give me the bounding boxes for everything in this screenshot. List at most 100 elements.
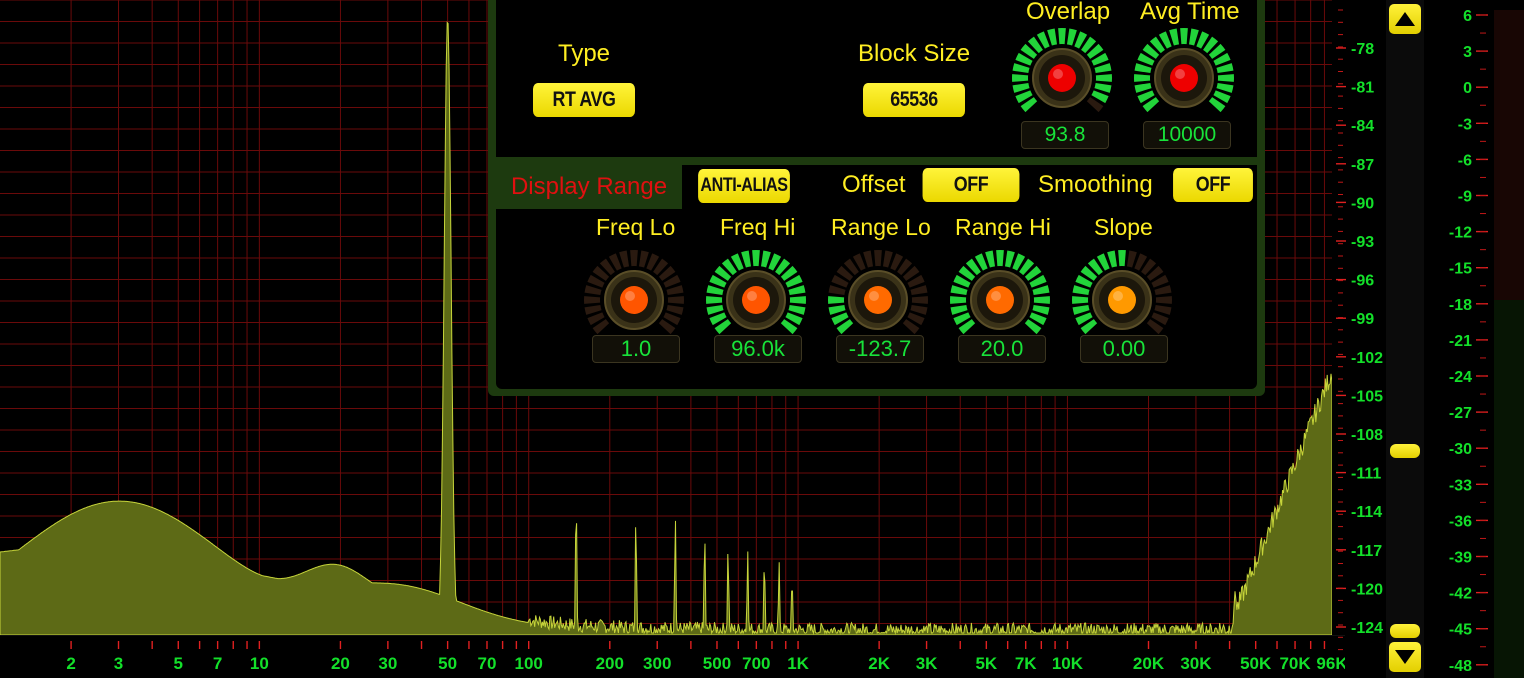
range-lo-label: Range Lo	[831, 214, 931, 240]
knob-segment	[584, 296, 601, 304]
knob-segment	[1058, 27, 1066, 45]
x-tick-label: 300	[643, 654, 671, 673]
x-tick-label: 50	[438, 654, 457, 673]
knob-segment	[667, 296, 684, 304]
knob-segment	[1072, 304, 1090, 315]
y-tick-label: -102	[1351, 350, 1383, 367]
meter-tick-label: -15	[1449, 261, 1472, 278]
overlap-knob[interactable]	[1010, 26, 1114, 130]
meter-tick-label: -6	[1458, 152, 1472, 169]
scroll-thumb[interactable]	[1390, 444, 1420, 458]
knob-segment	[706, 304, 724, 315]
meter-tick-label: -24	[1449, 369, 1472, 386]
x-tick-label: 70K	[1279, 654, 1311, 673]
knob-segment	[1134, 74, 1151, 82]
y-tick-label: -81	[1351, 80, 1374, 97]
knob-highlight	[1175, 69, 1185, 79]
knob-segment	[1118, 250, 1126, 267]
knob-segment	[911, 296, 928, 304]
knob-segment	[1169, 28, 1180, 46]
meter-tick-label: 0	[1463, 80, 1472, 97]
type-button[interactable]: RT AVG	[533, 83, 635, 117]
knob-segment	[1072, 285, 1090, 296]
x-tick-label: 3K	[916, 654, 938, 673]
frequency-axis: 1235710203050701002003005007001K2K3K5K7K…	[0, 635, 1345, 673]
type-label: Type	[558, 40, 611, 67]
avg-time-label: Avg Time	[1140, 0, 1240, 25]
knob-segment	[1094, 63, 1112, 74]
meter-tick-label: -33	[1449, 477, 1472, 494]
offset-button[interactable]: OFF	[922, 168, 1020, 202]
meter-tick-label: -36	[1449, 513, 1472, 530]
slope-value[interactable]: 0.00	[1080, 335, 1168, 363]
avg-time-knob[interactable]	[1132, 26, 1236, 130]
meter-tick-label: -30	[1449, 441, 1472, 458]
freq-hi-value[interactable]: 96.0k	[714, 335, 802, 363]
x-tick-label: 5	[174, 654, 183, 673]
display-range-section: Display Range ANTI-ALIAS Offset OFF Smoo…	[496, 165, 1257, 389]
x-tick-label: 1K	[787, 654, 809, 673]
knob-highlight	[747, 291, 757, 301]
knob-center	[1108, 286, 1136, 314]
knob-center	[986, 286, 1014, 314]
knob-segment	[1188, 28, 1199, 46]
scroll-thumb-lower[interactable]	[1390, 624, 1420, 638]
knob-segment	[985, 250, 996, 268]
range-hi-label: Range Hi	[955, 214, 1051, 240]
level-meter: 6 3 0 -3 -6 -9 -12 -15 -18 -21 -24 -27 -30 -33 -36 -39 -…	[1449, 8, 1524, 678]
knob-center	[864, 286, 892, 314]
anti-alias-button[interactable]: ANTI-ALIAS	[698, 169, 790, 203]
range-hi-value[interactable]: 20.0	[958, 335, 1046, 363]
overlap-value[interactable]: 93.8	[1021, 121, 1109, 149]
vertical-scroller[interactable]	[1386, 0, 1424, 678]
meter-tick-label: -42	[1449, 586, 1472, 603]
smoothing-button[interactable]: OFF	[1173, 168, 1253, 202]
knob-segment	[1134, 82, 1152, 93]
knob-segment	[1004, 250, 1015, 268]
knob-segment	[950, 285, 968, 296]
knob-segment	[706, 285, 724, 296]
freq-lo-label: Freq Lo	[596, 214, 676, 240]
knob-segment	[1180, 27, 1188, 45]
knob-segment	[1032, 285, 1050, 296]
knob-segment	[1134, 63, 1152, 74]
y-tick-label: -120	[1351, 581, 1383, 598]
triangle-down-icon	[1395, 650, 1415, 664]
y-tick-label: -108	[1351, 427, 1383, 444]
tab-display-range[interactable]: Display Range	[496, 165, 682, 209]
x-tick-label: 30K	[1180, 654, 1212, 673]
knob-center	[1048, 64, 1076, 92]
meter-tick-label: -39	[1449, 550, 1472, 567]
y-tick-label: -124	[1351, 620, 1383, 637]
freq-hi-label: Freq Hi	[720, 214, 796, 240]
avg-time-value[interactable]: 10000	[1143, 121, 1231, 149]
knob-segment	[910, 304, 928, 315]
meter-tick-label: -18	[1449, 297, 1472, 314]
x-tick-label: 20	[331, 654, 350, 673]
y-tick-label: -111	[1351, 466, 1381, 483]
knob-segment	[1107, 250, 1118, 268]
knob-highlight	[1053, 69, 1063, 79]
knob-highlight	[869, 291, 879, 301]
knob-segment	[1154, 304, 1172, 315]
range-lo-value[interactable]: -123.7	[836, 335, 924, 363]
knob-center	[1170, 64, 1198, 92]
block-size-label: Block Size	[858, 40, 971, 67]
x-tick-label: 2K	[868, 654, 890, 673]
knob-segment	[666, 304, 684, 315]
knob-segment	[1072, 296, 1089, 304]
meter-tick-label: 6	[1463, 8, 1472, 25]
x-tick-label: 3	[114, 654, 123, 673]
knob-segment	[1217, 74, 1234, 82]
knob-segment	[863, 250, 874, 268]
y-tick-label: -105	[1351, 388, 1383, 405]
scroll-down-button[interactable]	[1389, 642, 1421, 672]
knob-segment	[706, 296, 723, 304]
meter-bar-lower	[1494, 300, 1524, 678]
meter-tick-label: -48	[1449, 658, 1472, 675]
block-size-button[interactable]: 65536	[863, 83, 965, 117]
knob-center	[742, 286, 770, 314]
knob-segment	[1012, 82, 1030, 93]
slope-label: Slope	[1094, 214, 1153, 240]
freq-lo-value[interactable]: 1.0	[592, 335, 680, 363]
